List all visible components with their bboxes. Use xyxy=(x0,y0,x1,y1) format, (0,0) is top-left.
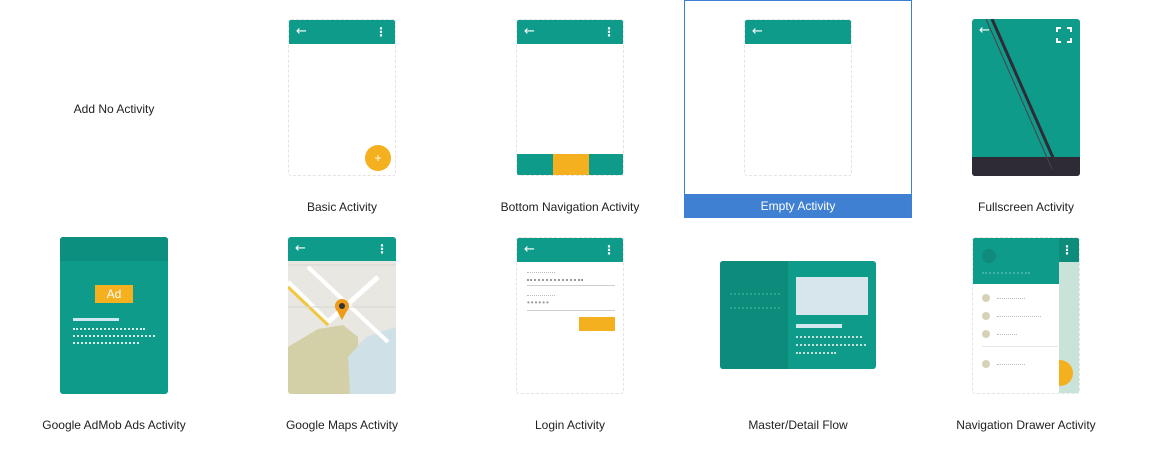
menu-icon xyxy=(982,312,990,320)
basic-activity-preview: ← ⋮ + xyxy=(288,19,396,176)
detail-line xyxy=(796,336,862,338)
template-bottom-navigation-activity[interactable]: ← ⋮ Bottom Navigation Activity xyxy=(456,0,684,218)
detail-title xyxy=(796,324,842,328)
content-line xyxy=(73,342,139,346)
empty-activity-preview: ← xyxy=(744,19,852,176)
sign-in-button xyxy=(579,317,615,331)
menu-icon xyxy=(982,330,990,338)
fab-icon: + xyxy=(365,145,391,171)
avatar xyxy=(982,249,996,263)
drawer-header xyxy=(973,238,1059,284)
master-detail-preview xyxy=(720,261,876,369)
overflow-menu-icon: ⋮ xyxy=(603,25,615,39)
password-mask: •••••• xyxy=(527,298,550,307)
template-empty-activity[interactable]: ← Empty Activity xyxy=(684,0,912,218)
app-bar: ← ⋮ xyxy=(517,238,623,262)
menu-item xyxy=(997,298,1025,299)
template-google-admob-ads-activity[interactable]: Ad Google AdMob Ads Activity xyxy=(0,218,228,436)
menu-icon xyxy=(982,360,990,368)
admob-preview: Ad xyxy=(60,237,168,394)
back-arrow-icon: ← xyxy=(524,242,535,257)
template-label: Empty Activity xyxy=(685,194,911,218)
template-label: Master/Detail Flow xyxy=(748,418,848,432)
navigation-drawer-preview: ⋮ xyxy=(972,237,1080,394)
email-value xyxy=(527,279,583,281)
template-label: Navigation Drawer Activity xyxy=(956,418,1096,432)
template-fullscreen-activity[interactable]: ← Fullscreen Activity xyxy=(912,0,1140,218)
detail-image xyxy=(796,277,868,315)
template-label: Google AdMob Ads Activity xyxy=(42,418,186,432)
detail-line xyxy=(796,344,866,346)
template-label: Basic Activity xyxy=(306,200,378,214)
email-caption xyxy=(527,272,555,273)
template-google-maps-activity[interactable]: ← ⋮ Google Maps Activity xyxy=(228,218,456,436)
detail-line xyxy=(796,352,836,354)
bottom-nav-selected-item xyxy=(553,154,589,175)
template-label: Google Maps Activity xyxy=(285,418,399,432)
bottom-nav-bar xyxy=(517,154,623,175)
login-preview: ← ⋮ •••••• xyxy=(516,237,624,394)
account-name xyxy=(982,272,1030,274)
back-arrow-icon: ← xyxy=(524,24,535,39)
back-arrow-icon: ← xyxy=(979,23,990,38)
master-pane xyxy=(720,261,788,369)
template-add-no-activity[interactable]: Add No Activity xyxy=(0,0,228,218)
password-caption xyxy=(527,295,555,296)
back-arrow-icon: ← xyxy=(752,24,763,39)
app-bar: ← ⋮ xyxy=(289,20,395,44)
menu-icon xyxy=(982,294,990,302)
list-item xyxy=(730,293,780,295)
drawer xyxy=(973,238,1059,393)
menu-divider xyxy=(982,346,1058,347)
app-bar: ← ⋮ xyxy=(517,20,623,44)
list-item xyxy=(730,307,780,309)
template-basic-activity[interactable]: ← ⋮ + Basic Activity xyxy=(228,0,456,218)
status-area xyxy=(60,237,168,261)
content-line xyxy=(73,318,119,321)
content-line xyxy=(73,335,155,339)
maps-preview: ← ⋮ xyxy=(288,237,396,394)
template-navigation-drawer-activity[interactable]: ⋮ Navigation Drawer Activity xyxy=(912,218,1140,436)
underlying-app-bar: ⋮ xyxy=(1057,238,1079,262)
fullscreen-preview: ← xyxy=(972,19,1080,176)
fullscreen-icon xyxy=(1056,27,1072,43)
template-label: Add No Activity xyxy=(73,102,155,116)
template-master-detail-flow[interactable]: Master/Detail Flow xyxy=(684,218,912,436)
content-line xyxy=(73,328,145,332)
menu-item xyxy=(997,334,1017,335)
password-underline xyxy=(527,310,615,311)
bottom-navigation-preview: ← ⋮ xyxy=(516,19,624,176)
template-label: Fullscreen Activity xyxy=(977,200,1075,214)
overflow-menu-icon: ⋮ xyxy=(376,242,388,256)
app-bar: ← ⋮ xyxy=(288,237,396,261)
back-arrow-icon: ← xyxy=(295,241,306,256)
email-underline xyxy=(527,285,615,286)
ad-badge: Ad xyxy=(95,285,133,303)
overflow-menu-icon: ⋮ xyxy=(375,25,387,39)
app-bar: ← xyxy=(745,20,851,44)
menu-item xyxy=(997,364,1025,365)
back-arrow-icon: ← xyxy=(296,24,307,39)
overflow-menu-icon: ⋮ xyxy=(603,243,615,257)
template-label: Bottom Navigation Activity xyxy=(500,200,640,214)
template-login-activity[interactable]: ← ⋮ •••••• Login Activity xyxy=(456,218,684,436)
template-label: Login Activity xyxy=(534,418,606,432)
overflow-menu-icon: ⋮ xyxy=(1061,243,1073,257)
menu-item xyxy=(997,316,1041,317)
